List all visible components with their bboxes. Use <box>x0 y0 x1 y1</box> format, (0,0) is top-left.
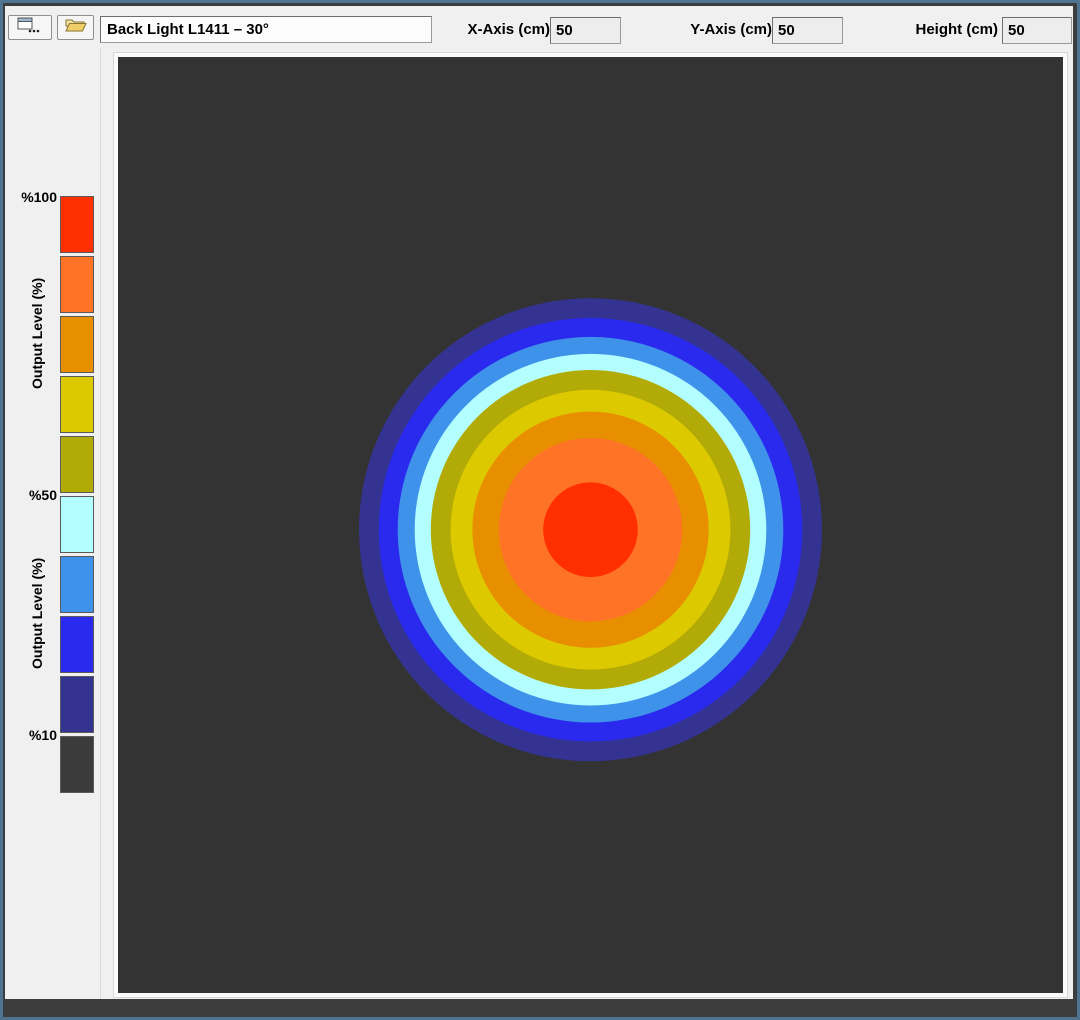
intensity-plot-svg <box>118 57 1063 993</box>
height-input[interactable] <box>1002 17 1072 44</box>
height-label: Height (cm) <box>890 21 998 38</box>
x-axis-label: X-Axis (cm) <box>455 21 550 38</box>
legend-swatch <box>60 196 94 253</box>
legend-tick-10: %10 <box>11 727 57 743</box>
light-name-field[interactable] <box>100 16 432 43</box>
folder-open-icon <box>65 17 87 38</box>
open-file-button[interactable] <box>57 15 94 40</box>
legend-swatch <box>60 616 94 673</box>
legend-title-upper: Output Level (%) <box>29 248 49 418</box>
y-axis-label: Y-Axis (cm) <box>673 21 772 38</box>
intensity-plot <box>114 53 1067 997</box>
sidebar-divider <box>100 48 101 999</box>
window-content: X-Axis (cm) Y-Axis (cm) Height (cm) %100… <box>5 6 1073 999</box>
x-axis-input[interactable] <box>550 17 621 44</box>
legend-swatch <box>60 496 94 553</box>
legend-tick-50: %50 <box>11 487 57 503</box>
legend-swatch <box>60 376 94 433</box>
legend-swatch <box>60 676 94 733</box>
legend-title-lower: Output Level (%) <box>29 528 49 698</box>
window-dots-icon <box>17 17 43 39</box>
legend-swatch <box>60 316 94 373</box>
legend-swatch-column <box>60 196 94 793</box>
panel-button[interactable] <box>8 15 52 40</box>
legend-tick-100: %100 <box>11 189 57 205</box>
contour-ring <box>543 482 638 577</box>
legend-swatch <box>60 736 94 793</box>
legend-swatch <box>60 256 94 313</box>
legend-swatch <box>60 556 94 613</box>
legend-swatch <box>60 436 94 493</box>
y-axis-input[interactable] <box>772 17 843 44</box>
app-window: X-Axis (cm) Y-Axis (cm) Height (cm) %100… <box>0 0 1080 1020</box>
